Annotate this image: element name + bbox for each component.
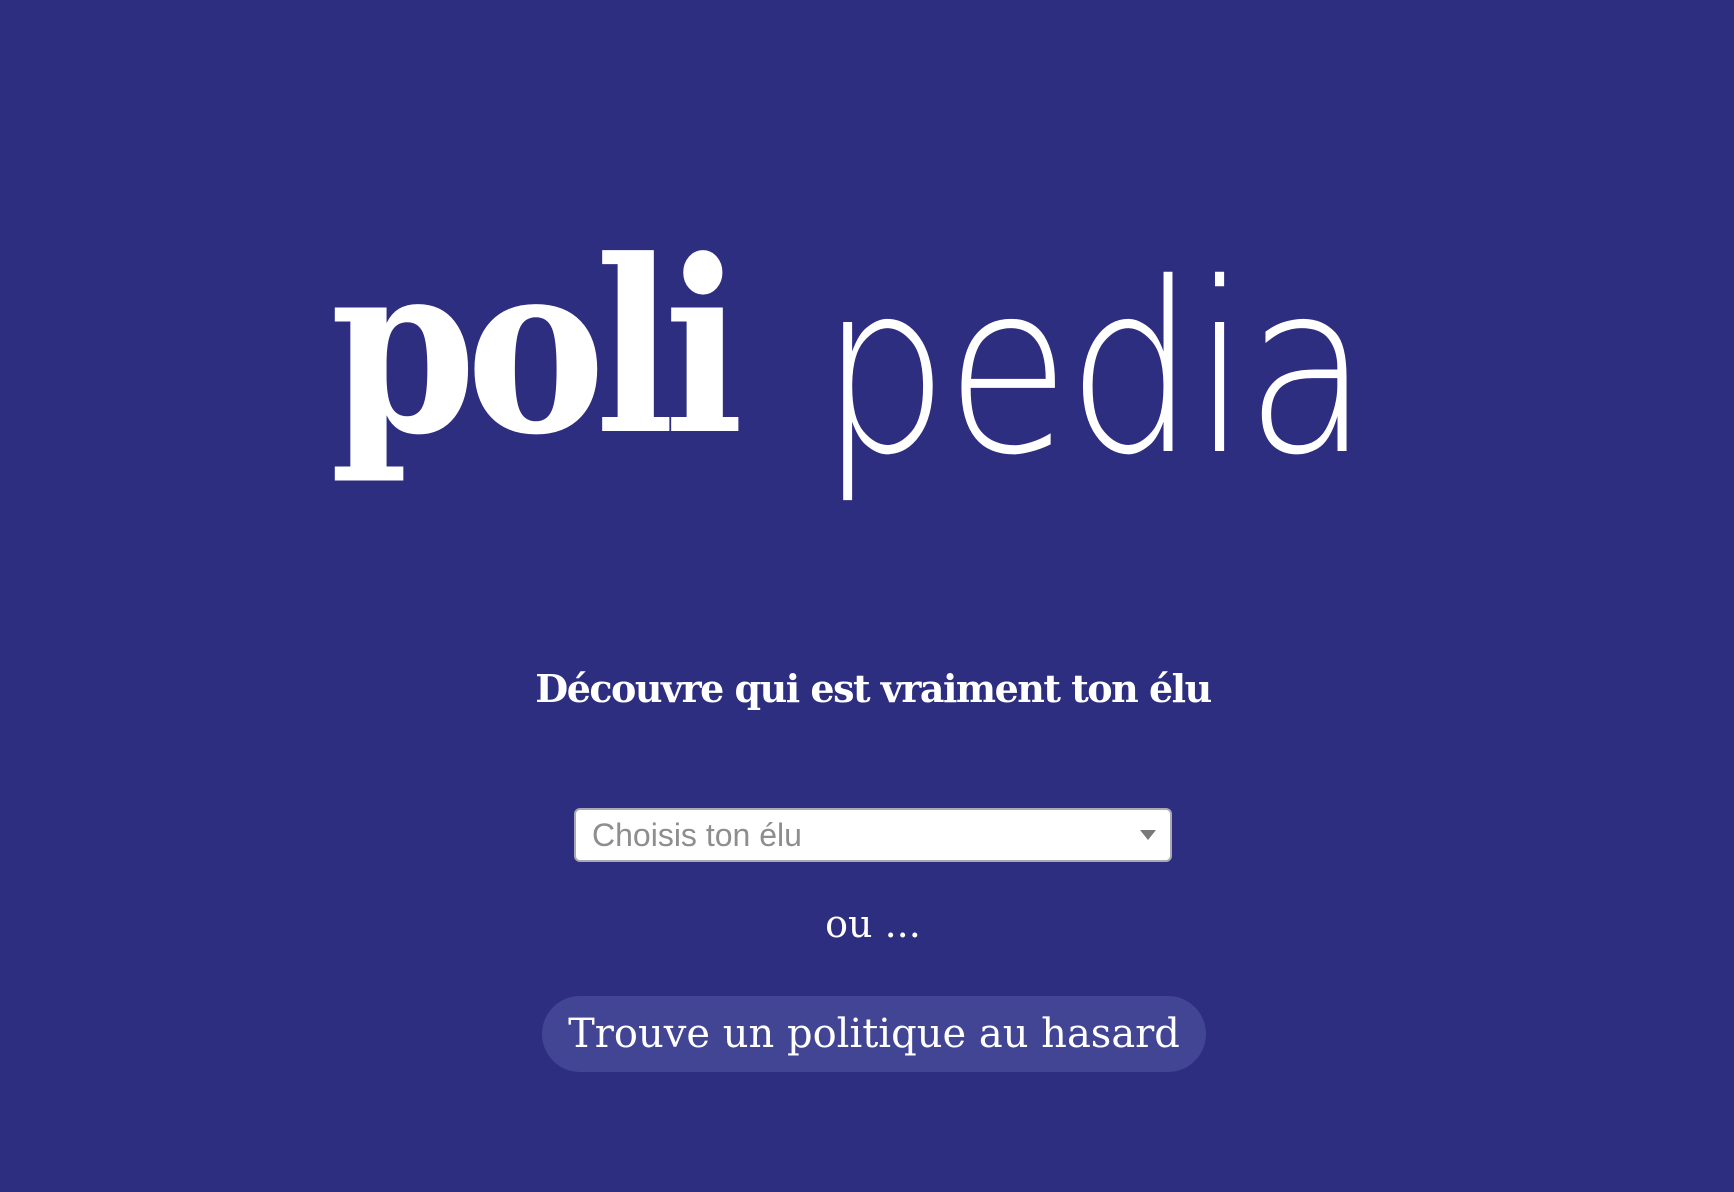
random-politician-button[interactable]: Trouve un politique au hasard [542,996,1206,1072]
select-placeholder: Choisis ton élu [592,816,802,853]
tagline: Découvre qui est vraiment ton élu [535,666,1212,711]
elected-official-select[interactable]: Choisis ton élu [574,808,1172,862]
logo-text-pedia: pedia [820,232,1370,507]
logo-text-poli: poli [330,209,744,488]
chevron-down-icon [1140,830,1156,840]
separator-text: ou ... [825,902,921,946]
